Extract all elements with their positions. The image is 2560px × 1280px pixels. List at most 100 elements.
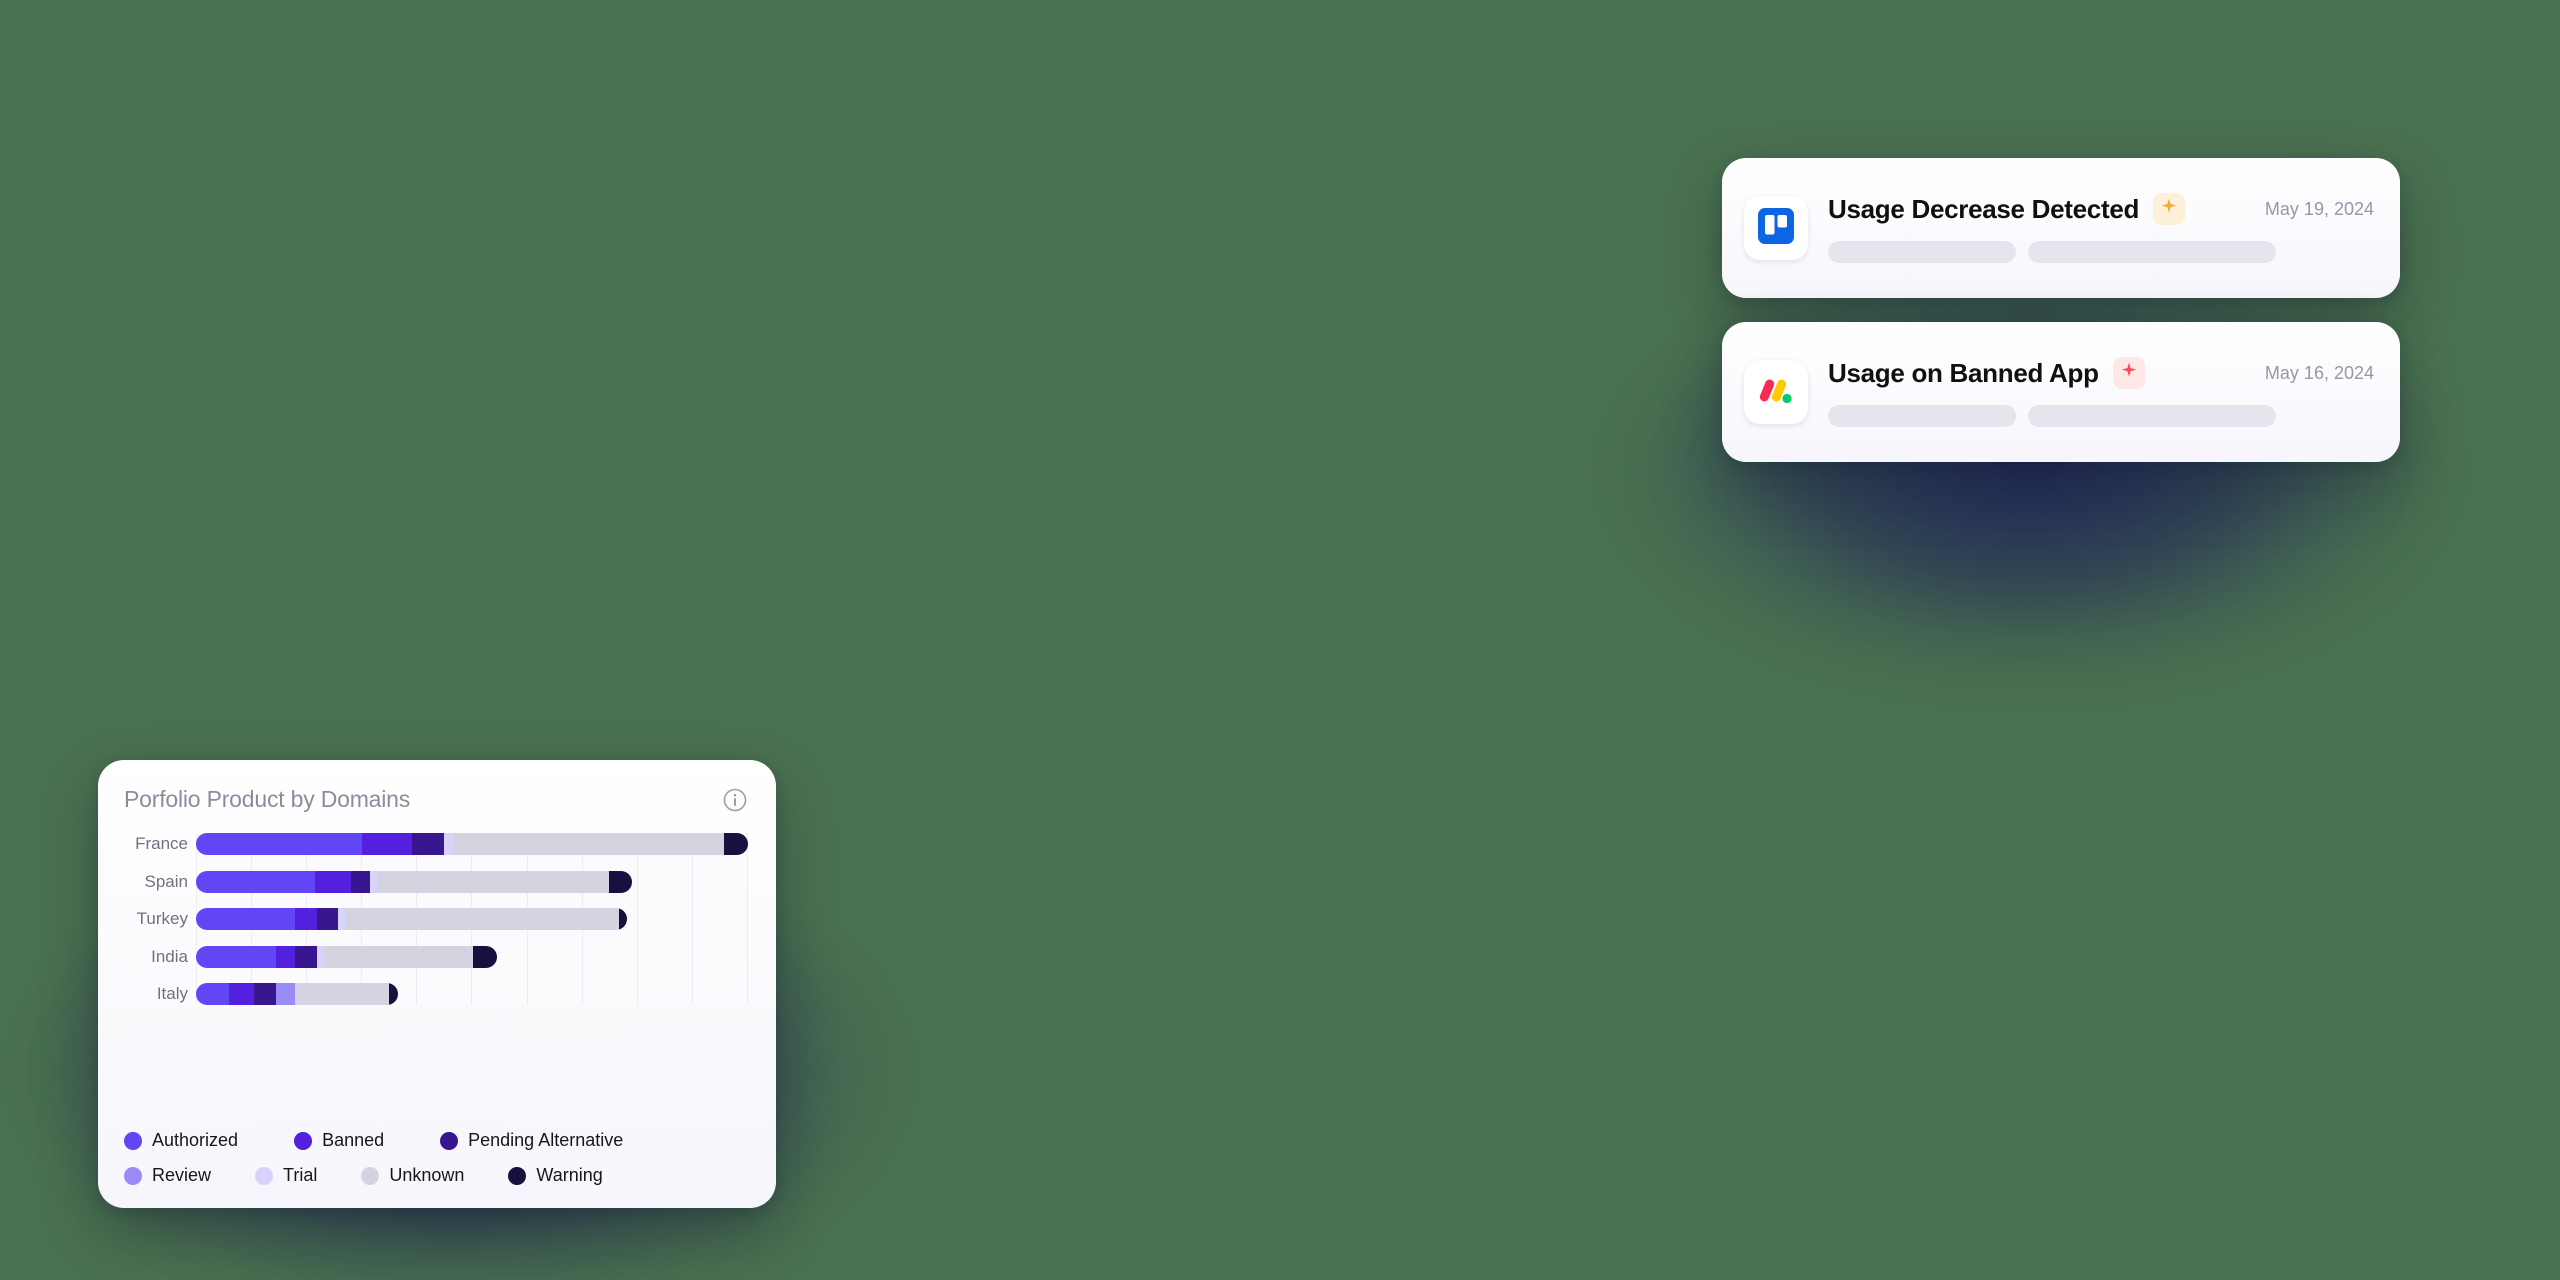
bar-segment-trial[interactable] [338, 908, 347, 930]
stacked-bar[interactable] [196, 833, 748, 855]
legend-item-pending-alternative[interactable]: Pending Alternative [440, 1130, 623, 1151]
monday-icon [1755, 369, 1797, 416]
chart-category-label: Turkey [136, 909, 188, 928]
notification-card[interactable]: Usage Decrease Detected May 19, 2024 [1722, 158, 2400, 298]
legend-swatch-icon [508, 1166, 527, 1185]
page-title: Porfolio Product by Domains [124, 786, 411, 812]
app-icon-tile [1744, 360, 1808, 424]
legend-item-trial[interactable]: Trial [255, 1165, 317, 1186]
bar-segment-warning[interactable] [608, 870, 633, 893]
stacked-bar[interactable] [196, 983, 398, 1005]
stage: Usage Decrease Detected May 19, 2024 Usa… [0, 0, 2560, 1280]
bar-segment-unknown[interactable] [346, 908, 620, 930]
trello-icon [1755, 205, 1797, 252]
notification-top-row: Usage on Banned App May 16, 2024 [1828, 357, 2374, 389]
portfolio-chart-card: Porfolio Product by Domains France Spain T… [98, 760, 776, 1208]
bar-segment-banned[interactable] [229, 983, 254, 1005]
legend-label: Warning [536, 1165, 603, 1185]
skeleton-bar [1828, 405, 2016, 427]
notification-card[interactable]: Usage on Banned App May 16, 2024 [1722, 322, 2400, 462]
chart-bar-row: India [151, 945, 748, 968]
chart-bar-row: Spain [145, 870, 748, 893]
legend-label: Unknown [389, 1165, 465, 1185]
sparkle-icon [2119, 361, 2139, 386]
bar-segment-authorized[interactable] [196, 870, 315, 893]
legend-item-unknown[interactable]: Unknown [361, 1165, 464, 1186]
legend-item-review[interactable]: Review [124, 1165, 211, 1186]
skeleton-bar [2028, 241, 2276, 263]
bar-segment-authorized[interactable] [196, 908, 296, 930]
bar-segment-unknown[interactable] [324, 945, 474, 968]
notification-date: May 19, 2024 [2264, 198, 2374, 219]
bar-segment-trial[interactable] [444, 833, 454, 855]
legend-label: Trial [283, 1165, 318, 1185]
bar-segment-pending-alternative[interactable] [253, 983, 277, 1005]
bar-segment-banned[interactable] [314, 870, 351, 893]
chart-category-label: France [135, 834, 188, 853]
chart-rows: France Spain Turkey India Italy [135, 833, 748, 1005]
legend-item-warning[interactable]: Warning [508, 1165, 603, 1186]
bar-segment-trial[interactable] [370, 870, 378, 893]
chart-bar-row: France [135, 833, 748, 855]
notification-placeholder-row [1828, 241, 2374, 263]
bar-segment-trial[interactable] [317, 945, 325, 968]
legend-label: Authorized [152, 1130, 239, 1150]
chart-bar-row: Turkey [137, 908, 748, 930]
stacked-bar[interactable] [196, 908, 627, 930]
ai-sparkle-badge[interactable] [2112, 357, 2145, 389]
chart-plot-area: France Spain Turkey India Italy [124, 833, 748, 1005]
legend-swatch-icon [255, 1166, 274, 1185]
chart-category-label: Italy [156, 984, 188, 1003]
legend-swatch-icon [361, 1166, 380, 1185]
legend-label: Banned [322, 1130, 385, 1150]
bar-segment-warning[interactable] [723, 833, 748, 855]
legend-item-authorized[interactable]: Authorized [124, 1130, 238, 1151]
bar-segment-unknown[interactable] [295, 983, 390, 1005]
legend-swatch-icon [440, 1131, 459, 1150]
notification-placeholder-row [1828, 405, 2374, 427]
legend-item-banned[interactable]: Banned [294, 1130, 384, 1151]
bar-segment-pending-alternative[interactable] [350, 870, 371, 893]
legend-row: Authorized Banned Pending Alternative [124, 1130, 748, 1151]
bar-segment-warning[interactable] [389, 983, 398, 1005]
bar-segment-authorized[interactable] [196, 833, 362, 855]
legend-row: Review Trial Unknown Warning [124, 1165, 748, 1186]
legend-swatch-icon [124, 1131, 142, 1150]
legend-swatch-icon [294, 1131, 313, 1150]
bar-segment-pending-alternative[interactable] [317, 908, 339, 930]
notification-title: Usage on Banned App [1828, 357, 2099, 388]
bar-segment-unknown[interactable] [377, 870, 609, 893]
skeleton-bar [1828, 241, 2016, 263]
notification-body: Usage on Banned App May 16, 2024 [1828, 357, 2374, 427]
bar-segment-unknown[interactable] [453, 833, 724, 855]
notification-title: Usage Decrease Detected [1828, 193, 2140, 224]
app-icon-tile [1744, 196, 1808, 260]
notification-top-row: Usage Decrease Detected May 19, 2024 [1828, 193, 2374, 225]
chart-category-label: India [151, 946, 188, 966]
sparkle-icon [2159, 197, 2179, 222]
notification-body: Usage Decrease Detected May 19, 2024 [1828, 193, 2374, 263]
bar-segment-pending-alternative[interactable] [295, 945, 318, 968]
bar-segment-warning[interactable] [473, 945, 497, 968]
notification-date: May 16, 2024 [2264, 362, 2374, 383]
stacked-bar[interactable] [196, 870, 633, 893]
legend-swatch-icon [124, 1166, 142, 1185]
info-circle-icon[interactable] [722, 787, 748, 813]
legend-label: Review [152, 1165, 212, 1185]
ai-sparkle-badge[interactable] [2153, 193, 2186, 225]
skeleton-bar [2028, 405, 2276, 427]
bar-segment-authorized[interactable] [196, 945, 277, 968]
chart-category-label: Spain [144, 871, 188, 891]
stacked-bar[interactable] [196, 945, 497, 968]
bar-segment-warning[interactable] [619, 908, 627, 930]
bar-segment-authorized[interactable] [196, 983, 230, 1005]
legend-label: Pending Alternative [468, 1130, 624, 1150]
chart-header: Porfolio Product by Domains [124, 786, 748, 813]
bar-segment-banned[interactable] [361, 833, 413, 855]
bar-segment-review[interactable] [276, 983, 296, 1005]
chart-bar-row: Italy [157, 983, 748, 1005]
bar-segment-banned[interactable] [276, 945, 296, 968]
bar-segment-pending-alternative[interactable] [412, 833, 445, 855]
chart-legend: Authorized Banned Pending Alternative Revi… [124, 1116, 748, 1186]
bar-segment-banned[interactable] [295, 908, 318, 930]
